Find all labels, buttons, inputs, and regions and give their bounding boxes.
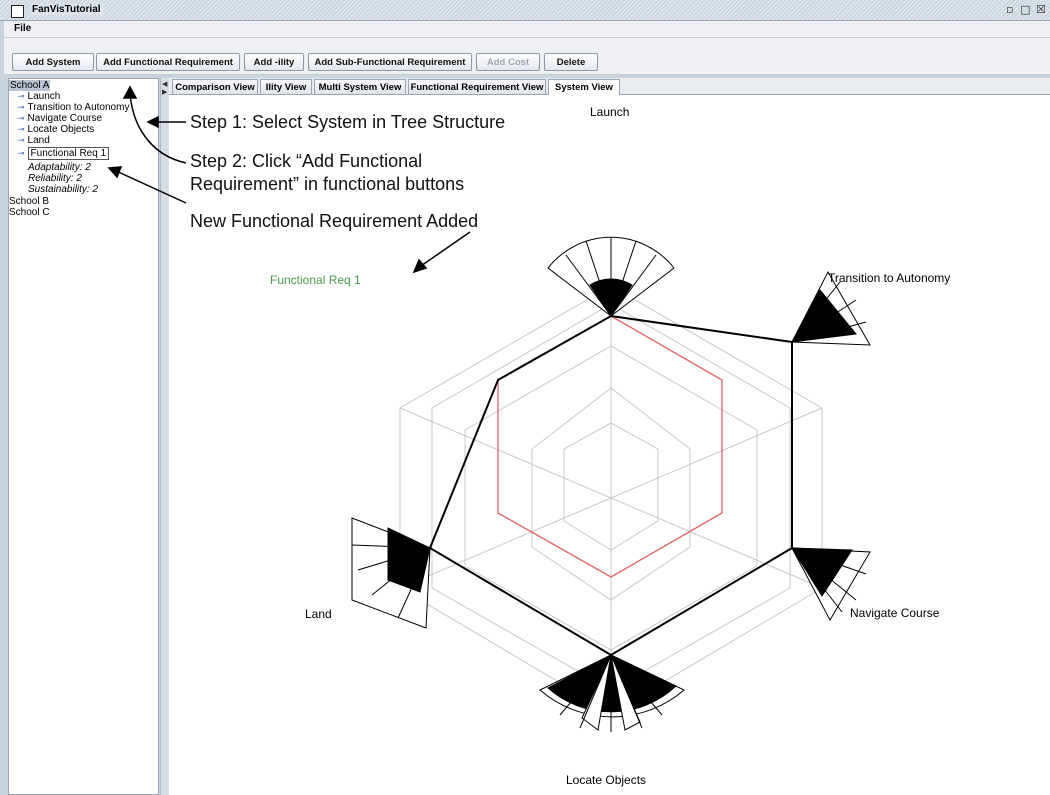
label-locate: Locate Objects bbox=[566, 773, 646, 787]
label-transition: Transition to Autonomy bbox=[828, 271, 950, 285]
label-new-functional-req: Functional Req 1 bbox=[270, 273, 361, 287]
fan-land bbox=[351, 517, 431, 629]
fan-launch bbox=[547, 236, 675, 317]
annotation-step3: New Functional Requirement Added bbox=[190, 211, 479, 231]
annotation-step2-line2: Requirement” in functional buttons bbox=[190, 174, 465, 194]
label-navigate: Navigate Course bbox=[850, 606, 940, 620]
label-land: Land bbox=[305, 607, 332, 621]
annotation-step1: Step 1: Select System in Tree Structure bbox=[190, 112, 506, 132]
label-launch: Launch bbox=[590, 105, 629, 119]
grid-rings bbox=[399, 285, 823, 714]
system-view-chart: Launch Transition to Autonomy Navigate C… bbox=[107, 85, 950, 787]
fan-locate bbox=[539, 654, 685, 732]
annotation-step2-line1: Step 2: Click “Add Functional bbox=[190, 151, 423, 171]
